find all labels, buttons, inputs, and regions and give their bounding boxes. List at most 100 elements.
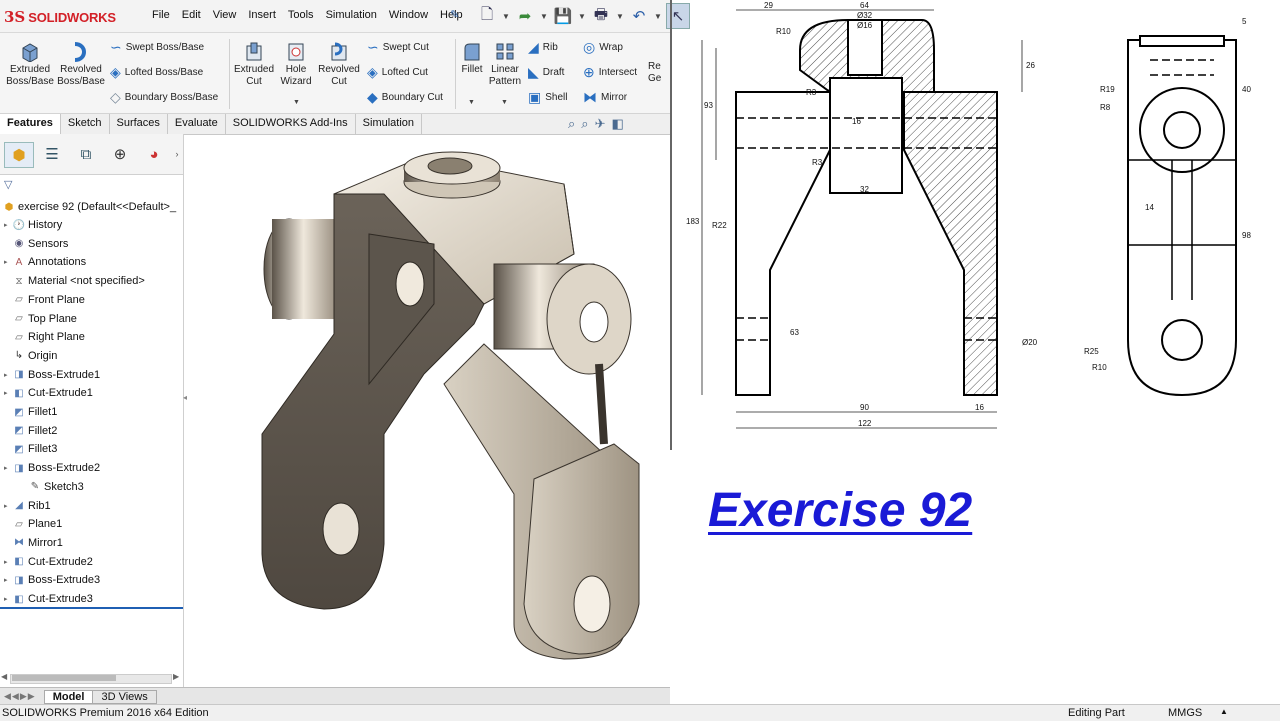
print-caret-icon[interactable]: ▼	[616, 12, 624, 21]
new-document-icon[interactable]: 🗋	[476, 4, 498, 28]
tree-item-rib1[interactable]: ▸ ◢ Rib1	[0, 497, 183, 515]
tree-item-cut-extrude2[interactable]: ▸ ◧ Cut-Extrude2	[0, 553, 183, 571]
tree-item-material-not-specified[interactable]: ⧖ Material <not specified>	[0, 272, 183, 290]
rollback-bar[interactable]	[0, 607, 183, 609]
pin-icon[interactable]: ✎	[450, 8, 459, 21]
display-manager-tab-icon[interactable]: ◕	[140, 142, 168, 166]
section-view-icon[interactable]: ◧	[611, 116, 623, 132]
dimxpert-tab-icon[interactable]: ⊕	[106, 142, 134, 166]
tree-item-fillet1[interactable]: ◩ Fillet1	[0, 403, 183, 421]
linear-pattern-caret-icon[interactable]: ▼	[501, 99, 508, 106]
tab-simulation[interactable]: Simulation	[356, 114, 423, 134]
save-caret-icon[interactable]: ▼	[578, 12, 586, 21]
units-caret-icon[interactable]: ▲	[1220, 707, 1228, 716]
menu-simulation[interactable]: Simulation	[320, 9, 383, 21]
zoom-to-fit-icon[interactable]: ⌕	[568, 116, 575, 132]
hole-wizard-button[interactable]: Hole Wizard	[272, 38, 320, 88]
menu-insert[interactable]: Insert	[242, 9, 282, 21]
expand-arrow-icon[interactable]: ▸	[4, 502, 12, 510]
swept-cut-button[interactable]: ∽ Swept Cut	[367, 37, 429, 57]
tree-item-front-plane[interactable]: ▱ Front Plane	[0, 291, 183, 309]
menu-edit[interactable]: Edit	[176, 9, 207, 21]
scroll-thumb[interactable]	[12, 675, 116, 681]
scroll-right-icon[interactable]: ▶	[173, 672, 179, 681]
tree-item-plane1[interactable]: ▱ Plane1	[0, 515, 183, 533]
property-manager-tab-icon[interactable]: ☰	[38, 142, 66, 166]
tree-item-annotations[interactable]: ▸ A Annotations	[0, 253, 183, 271]
panel-expand-icon[interactable]: ›	[172, 142, 182, 166]
shell-button[interactable]: ▣ Shell	[528, 87, 567, 107]
wrap-button[interactable]: ◎ Wrap	[583, 37, 623, 57]
menu-file[interactable]: File	[146, 9, 176, 21]
lofted-boss-button[interactable]: ◈ Lofted Boss/Base	[110, 62, 203, 82]
menu-view[interactable]: View	[207, 9, 243, 21]
intersect-button[interactable]: ⊕ Intersect	[583, 62, 637, 82]
tab-addins[interactable]: SOLIDWORKS Add-Ins	[226, 114, 356, 134]
open-caret-icon[interactable]: ▼	[540, 12, 548, 21]
tree-item-cut-extrude3[interactable]: ▸ ◧ Cut-Extrude3	[0, 590, 183, 608]
rib-button[interactable]: ◢ Rib	[528, 37, 558, 57]
expand-arrow-icon[interactable]: ▸	[4, 464, 12, 472]
revolved-boss-button[interactable]: Revolved Boss/Base	[57, 38, 105, 88]
lofted-cut-button[interactable]: ◈ Lofted Cut	[367, 62, 428, 82]
tab-model[interactable]: Model	[43, 689, 94, 704]
expand-arrow-icon[interactable]: ▸	[4, 371, 12, 379]
panel-horizontal-scrollbar[interactable]: ◀ ▶	[0, 670, 183, 686]
expand-arrow-icon[interactable]: ▸	[4, 558, 12, 566]
menu-window[interactable]: Window	[383, 9, 434, 21]
tab-features[interactable]: Features	[0, 114, 61, 134]
save-icon[interactable]: 💾	[552, 4, 574, 28]
tab-navigation-icon[interactable]: ◀◀▶▶	[4, 691, 36, 702]
tree-item-fillet3[interactable]: ◩ Fillet3	[0, 440, 183, 458]
tree-root[interactable]: ⬢ exercise 92 (Default<<Default>_	[0, 198, 183, 216]
boundary-cut-button[interactable]: ◆ Boundary Cut	[367, 87, 443, 107]
tab-3d-views[interactable]: 3D Views	[93, 689, 157, 704]
previous-view-icon[interactable]: ✈	[595, 116, 606, 132]
extruded-boss-button[interactable]: Extruded Boss/Base	[6, 38, 54, 88]
print-icon[interactable]: 🖶	[590, 4, 612, 28]
extruded-cut-button[interactable]: Extruded Cut	[230, 38, 278, 88]
tab-surfaces[interactable]: Surfaces	[110, 114, 168, 134]
expand-arrow-icon[interactable]: ▸	[4, 221, 12, 229]
filter-icon[interactable]: ▽	[4, 178, 12, 191]
draft-button[interactable]: ◣ Draft	[528, 62, 564, 82]
expand-arrow-icon[interactable]: ▸	[4, 389, 12, 397]
tree-item-history[interactable]: ▸ 🕐 History	[0, 216, 183, 234]
tree-item-top-plane[interactable]: ▱ Top Plane	[0, 310, 183, 328]
configuration-manager-tab-icon[interactable]: ⧉	[72, 142, 100, 166]
tree-item-boss-extrude3[interactable]: ▸ ◨ Boss-Extrude3	[0, 571, 183, 589]
revolved-cut-button[interactable]: Revolved Cut	[315, 38, 363, 88]
tree-item-origin[interactable]: ↳ Origin	[0, 347, 183, 365]
status-units[interactable]: MMGS	[1168, 707, 1202, 719]
undo-icon[interactable]: ↶	[628, 4, 650, 28]
hole-wizard-caret-icon[interactable]: ▼	[293, 99, 300, 106]
tree-item-sensors[interactable]: ◉ Sensors	[0, 235, 183, 253]
open-icon[interactable]: ➦	[514, 4, 536, 28]
tree-item-boss-extrude2[interactable]: ▸ ◨ Boss-Extrude2	[0, 459, 183, 477]
menu-tools[interactable]: Tools	[282, 9, 320, 21]
new-caret-icon[interactable]: ▼	[502, 12, 510, 21]
undo-caret-icon[interactable]: ▼	[654, 12, 662, 21]
zoom-area-icon[interactable]: ⌕	[581, 116, 588, 132]
tree-item-boss-extrude1[interactable]: ▸ ◨ Boss-Extrude1	[0, 366, 183, 384]
boundary-boss-button[interactable]: ◇ Boundary Boss/Base	[110, 87, 218, 107]
reference-geometry-button[interactable]: Re Ge	[648, 61, 670, 85]
tree-item-fillet2[interactable]: ◩ Fillet2	[0, 422, 183, 440]
solidworks-logo[interactable]: 3S SOLIDWORKS	[4, 6, 116, 28]
tree-item-sketch3[interactable]: ✎ Sketch3	[0, 478, 183, 496]
tree-item-right-plane[interactable]: ▱ Right Plane	[0, 328, 183, 346]
feature-manager-tab-icon[interactable]: ⬢	[4, 142, 34, 168]
tab-sketch[interactable]: Sketch	[61, 114, 110, 134]
tree-item-cut-extrude1[interactable]: ▸ ◧ Cut-Extrude1	[0, 384, 183, 402]
tab-evaluate[interactable]: Evaluate	[168, 114, 226, 134]
mirror-button[interactable]: ⧓ Mirror	[583, 87, 627, 107]
fillet-caret-icon[interactable]: ▼	[468, 99, 475, 106]
expand-arrow-icon[interactable]: ▸	[4, 595, 12, 603]
expand-arrow-icon[interactable]: ▸	[4, 258, 12, 266]
linear-pattern-button[interactable]: Linear Pattern	[483, 38, 527, 88]
swept-boss-button[interactable]: ∽ Swept Boss/Base	[110, 37, 204, 57]
scroll-left-icon[interactable]: ◀	[1, 672, 7, 681]
graphics-viewport[interactable]	[184, 134, 670, 687]
tree-item-mirror1[interactable]: ⧓ Mirror1	[0, 534, 183, 552]
expand-arrow-icon[interactable]: ▸	[4, 576, 12, 584]
